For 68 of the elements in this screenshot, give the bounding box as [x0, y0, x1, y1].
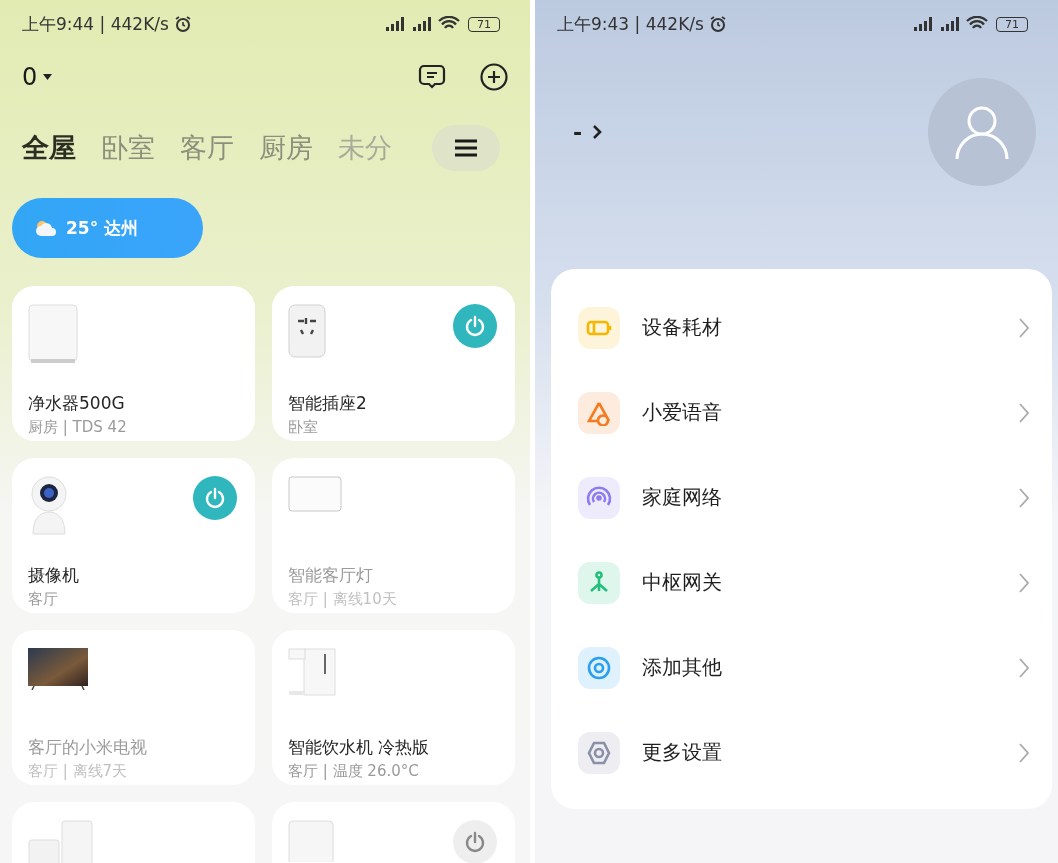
menu-item[interactable]: 小爱语音 [551, 370, 1052, 455]
chevron-right-icon [592, 124, 603, 140]
device-name: 摄像机 [28, 564, 80, 587]
device-image [288, 820, 334, 862]
battery-indicator: 71 [468, 16, 500, 32]
power-button[interactable] [453, 820, 497, 863]
ceiling-light-image [288, 476, 342, 512]
signal-icon [939, 17, 961, 31]
menu-item-label: 中枢网关 [642, 569, 722, 596]
menu-item-label: 更多设置 [642, 739, 722, 766]
power-icon [464, 315, 486, 337]
water-dispenser-image [288, 648, 336, 696]
device-name: 智能客厅灯 [288, 564, 374, 587]
menu-item-label: 添加其他 [642, 654, 722, 681]
power-button[interactable] [193, 476, 237, 520]
device-status: 客厅 [28, 590, 59, 609]
device-status: 厨房 | TDS 42 [28, 418, 128, 437]
menu-item-label: 小爱语音 [642, 399, 722, 426]
chevron-right-icon [1018, 401, 1030, 424]
device-name: 智能插座2 [288, 392, 368, 415]
tv-image [28, 648, 88, 690]
menu-icon [454, 139, 478, 157]
caret-icon [43, 74, 53, 80]
menu-item[interactable]: 中枢网关 [551, 540, 1052, 625]
device-status: 客厅 | 温度 26.0°C [288, 762, 420, 781]
chevron-right-icon [1018, 316, 1030, 339]
menu-item-label: 设备耗材 [642, 314, 722, 341]
menu-item[interactable]: 添加其他 [551, 625, 1052, 710]
device-card[interactable]: 智能插座2 卧室 [272, 286, 515, 441]
device-name: 客厅的小米电视 [28, 736, 148, 759]
status-time: 上午9:43 | 442K/s [557, 12, 704, 36]
device-status: 卧室 [288, 418, 319, 437]
device-card[interactable]: 净水器500G 厨房 | TDS 42 [12, 286, 255, 441]
device-name: 智能饮水机 冷热版 [288, 736, 431, 759]
device-name: 净水器500G [28, 392, 126, 415]
device-status: 客厅 | 离线10天 [288, 590, 398, 609]
menu-item[interactable]: 更多设置 [551, 710, 1052, 795]
device-card[interactable]: 智能饮水机 冷热版 客厅 | 温度 26.0°C [272, 630, 515, 785]
device-card[interactable]: 摄像机 客厅 [12, 458, 255, 613]
menu-item[interactable]: 设备耗材 [551, 285, 1052, 370]
add-icon[interactable] [480, 63, 508, 91]
menu-item-label: 家庭网络 [642, 484, 722, 511]
status-time: 上午9:44 | 442K/s [22, 12, 169, 36]
smart-plug-image [288, 304, 326, 358]
room-tab[interactable]: 全屋 [22, 130, 76, 166]
power-button[interactable] [453, 304, 497, 348]
signal-icon [384, 17, 406, 31]
chevron-right-icon [1018, 656, 1030, 679]
signal-icon [411, 17, 433, 31]
chevron-right-icon [1018, 486, 1030, 509]
menu-button[interactable] [432, 125, 500, 171]
menu-item[interactable]: 家庭网络 [551, 455, 1052, 540]
message-icon[interactable] [418, 63, 446, 91]
user-name-link[interactable]: - [573, 119, 583, 145]
water-purifier-image [28, 304, 78, 364]
battery-indicator: 71 [996, 16, 1028, 32]
power-icon [204, 487, 226, 509]
alarm-icon [708, 15, 727, 33]
cloud-icon [34, 219, 58, 237]
signal-icon [912, 17, 934, 31]
power-icon [464, 831, 486, 853]
home-selector[interactable]: 0 [22, 63, 38, 91]
chevron-right-icon [1018, 571, 1030, 594]
router-image [28, 820, 94, 863]
camera-image [28, 476, 70, 536]
alarm-icon [173, 15, 192, 33]
device-status: 客厅 | 离线7天 [28, 762, 129, 781]
chevron-right-icon [1018, 741, 1030, 764]
